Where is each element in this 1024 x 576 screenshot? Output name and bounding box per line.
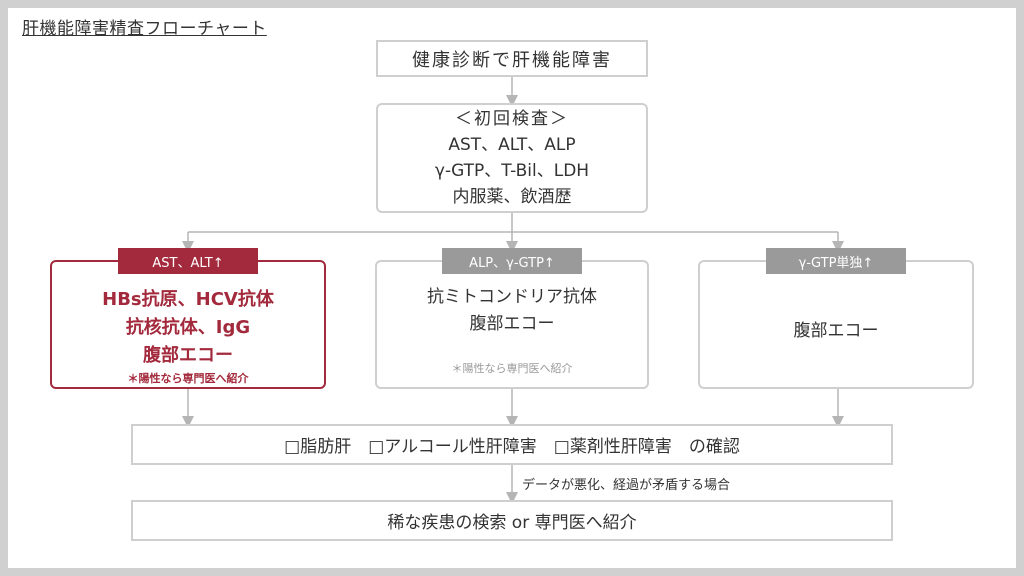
branch-tag-label: ALP、γ-GTP↑	[469, 255, 555, 271]
branch-box-alp-ggtp: 抗ミトコンドリア抗体 腹部エコー ＊陽性なら専門医へ紹介	[375, 260, 649, 389]
final-box: 稀な疾患の検索 or 専門医へ紹介	[131, 500, 893, 541]
start-label: 健康診断で肝機能障害	[412, 49, 612, 71]
branch-tag-label: γ-GTP単独↑	[798, 255, 874, 271]
confirm-label: □脂肪肝 □アルコール性肝障害 □薬剤性肝障害 の確認	[284, 437, 740, 457]
initial-tests-heading: ＜初回検査＞	[455, 109, 569, 129]
final-label: 稀な疾患の検索 or 専門医へ紹介	[387, 513, 637, 533]
branch-ggtp-only-line: 腹部エコー	[793, 321, 879, 341]
branch-ast-alt-note: ＊陽性なら専門医へ紹介	[127, 372, 249, 385]
branch-alp-ggtp-line: 腹部エコー	[469, 314, 555, 334]
initial-tests-line: 内服薬、飲酒歴	[452, 187, 572, 207]
edge-label: データが悪化、経過が矛盾する場合	[522, 478, 731, 493]
initial-tests-line: γ-GTP、T-Bil、LDH	[434, 161, 590, 181]
branch-tag-label: AST、ALT↑	[152, 255, 224, 271]
branch-ast-alt-line: HBs抗原、HCV抗体	[102, 289, 274, 310]
branch-ast-alt-line: 抗核抗体、IgG	[125, 317, 251, 338]
branch-box-ast-alt: HBs抗原、HCV抗体 抗核抗体、IgG 腹部エコー ＊陽性なら専門医へ紹介	[50, 260, 326, 389]
branch-box-ggtp-only: 腹部エコー	[698, 260, 974, 389]
branch-alp-ggtp-line: 抗ミトコンドリア抗体	[427, 287, 597, 307]
start-box: 健康診断で肝機能障害	[376, 40, 648, 77]
branch-alp-ggtp-note: ＊陽性なら専門医へ紹介	[451, 362, 573, 375]
initial-tests-box: ＜初回検査＞ AST、ALT、ALP γ-GTP、T-Bil、LDH 内服薬、飲…	[376, 103, 648, 213]
branch-tag-alp-ggtp: ALP、γ-GTP↑	[442, 248, 582, 274]
branch-tag-ast-alt: AST、ALT↑	[118, 248, 258, 274]
confirm-box: □脂肪肝 □アルコール性肝障害 □薬剤性肝障害 の確認	[131, 424, 893, 465]
branch-tag-ggtp-only: γ-GTP単独↑	[766, 248, 906, 274]
branch-ast-alt-line: 腹部エコー	[143, 345, 233, 366]
initial-tests-line: AST、ALT、ALP	[448, 135, 576, 155]
